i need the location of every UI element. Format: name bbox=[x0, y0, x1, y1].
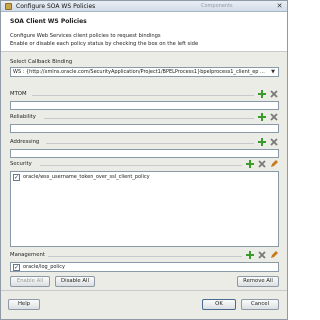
window-title: Configure SOA WS Policies bbox=[16, 3, 96, 10]
callback-binding-value: WS : {http://xmlns.oracle.com/SecurityAp… bbox=[13, 69, 265, 75]
addressing-policy-list[interactable] bbox=[10, 149, 279, 158]
title-bar: Configure SOA WS Policies Components ✕ bbox=[1, 1, 287, 12]
add-icon[interactable] bbox=[258, 113, 266, 121]
delete-icon[interactable] bbox=[258, 251, 266, 259]
section-reliability: Reliability bbox=[8, 112, 282, 123]
callback-binding-label: Select Callback Binding bbox=[10, 59, 73, 65]
section-label: Reliability bbox=[10, 114, 36, 120]
divider bbox=[32, 95, 254, 96]
policy-name: oracle/log_policy bbox=[23, 264, 65, 270]
section-label: MTOM bbox=[10, 91, 27, 97]
header-description-line2: Enable or disable each policy status by … bbox=[10, 41, 199, 47]
divider bbox=[1, 290, 287, 291]
cancel-button[interactable]: Cancel bbox=[241, 299, 279, 310]
divider bbox=[48, 256, 242, 257]
close-icon[interactable]: ✕ bbox=[275, 2, 284, 10]
delete-icon[interactable] bbox=[270, 90, 278, 98]
section-label: Addressing bbox=[10, 139, 40, 145]
dialog-header: SOA Client WS Policies Configure Web Ser… bbox=[1, 12, 287, 52]
section-label: Security bbox=[10, 161, 32, 167]
add-icon[interactable] bbox=[258, 138, 266, 146]
security-policy-list: ✓ oracle/wss_username_token_over_ssl_cli… bbox=[10, 171, 279, 247]
header-description-line1: Configure Web Services client policies t… bbox=[10, 33, 161, 39]
add-icon[interactable] bbox=[246, 251, 254, 259]
configure-policies-dialog: Configure SOA WS Policies Components ✕ S… bbox=[0, 0, 288, 320]
add-icon[interactable] bbox=[258, 90, 266, 98]
divider bbox=[44, 118, 254, 119]
delete-icon[interactable] bbox=[270, 113, 278, 121]
section-addressing: Addressing bbox=[8, 137, 282, 148]
section-management: Management bbox=[8, 250, 282, 261]
section-label: Management bbox=[10, 252, 45, 258]
ok-button[interactable]: OK bbox=[202, 299, 236, 310]
remove-all-button[interactable]: Remove All bbox=[237, 276, 279, 287]
app-icon bbox=[5, 3, 12, 10]
policy-checkbox[interactable]: ✓ bbox=[13, 264, 20, 271]
section-mtom: MTOM bbox=[8, 89, 282, 100]
divider bbox=[46, 143, 254, 144]
reliability-policy-list[interactable] bbox=[10, 124, 279, 133]
delete-icon[interactable] bbox=[270, 138, 278, 146]
enable-all-button[interactable]: Enable All bbox=[10, 276, 50, 287]
help-button[interactable]: Help bbox=[8, 299, 40, 310]
callback-binding-select[interactable]: WS : {http://xmlns.oracle.com/SecurityAp… bbox=[10, 67, 279, 77]
mtom-policy-list[interactable] bbox=[10, 101, 279, 110]
disable-all-button[interactable]: Disable All bbox=[55, 276, 95, 287]
policy-checkbox[interactable]: ✓ bbox=[13, 174, 20, 181]
header-title: SOA Client WS Policies bbox=[10, 18, 87, 25]
delete-icon[interactable] bbox=[258, 160, 266, 168]
section-security: Security bbox=[8, 159, 282, 170]
divider bbox=[40, 165, 242, 166]
edit-icon[interactable] bbox=[270, 160, 278, 168]
management-policy-list: ✓ oracle/log_policy bbox=[10, 262, 279, 272]
add-icon[interactable] bbox=[246, 160, 254, 168]
chevron-down-icon[interactable]: ▼ bbox=[269, 68, 277, 76]
background-window-title: Components bbox=[201, 3, 233, 9]
edit-icon[interactable] bbox=[270, 251, 278, 259]
policy-name: oracle/wss_username_token_over_ssl_clien… bbox=[23, 174, 150, 180]
